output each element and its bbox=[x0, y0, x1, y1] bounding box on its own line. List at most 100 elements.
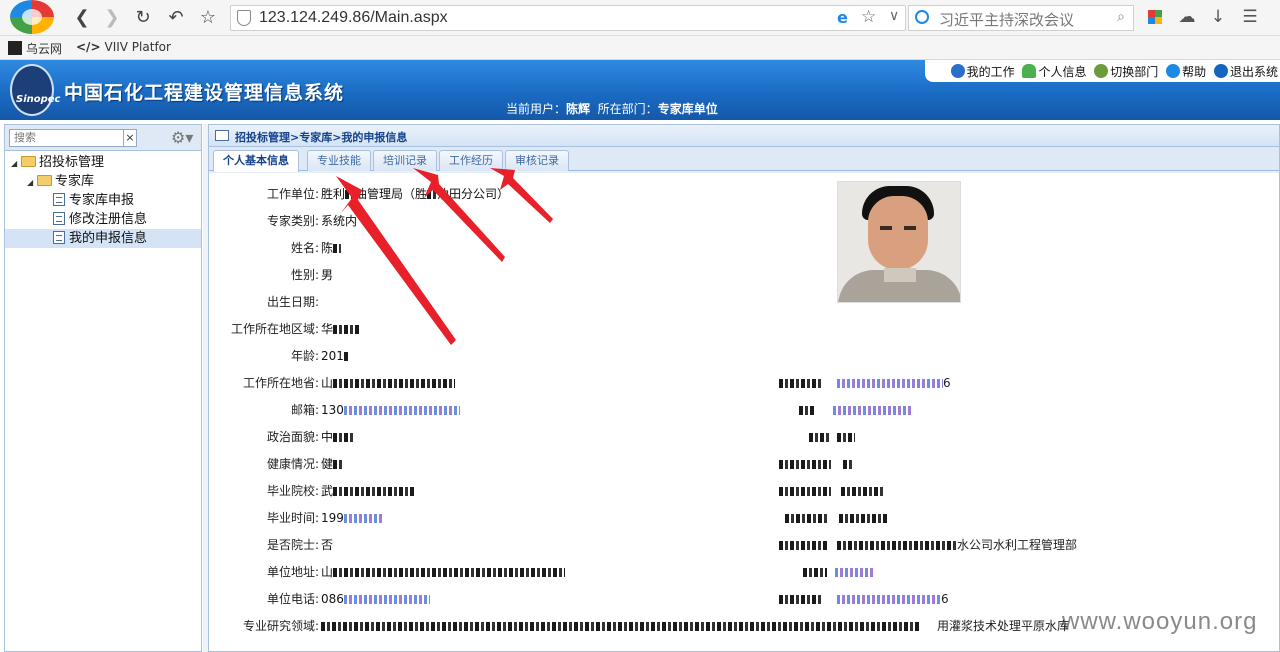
forward-icon[interactable]: ❯ bbox=[100, 6, 124, 30]
gear-icon[interactable]: ⚙▾ bbox=[171, 128, 193, 147]
profile-photo bbox=[837, 181, 961, 303]
tabs-bar: 个人基本信息 专业技能 培训记录 工作经历 审核记录 bbox=[209, 147, 1279, 172]
folder-icon bbox=[21, 156, 36, 167]
sinopec-logo: Sinopec bbox=[10, 64, 61, 116]
field-value: 男 bbox=[321, 268, 334, 282]
nav-search-input[interactable]: 搜索 bbox=[9, 129, 125, 147]
current-user-info: 当前用户：陈辉 所在部门：专家库单位 bbox=[506, 102, 718, 116]
back-icon[interactable]: ❮ bbox=[70, 6, 94, 30]
field-value: 山 bbox=[321, 563, 566, 581]
chevron-down-icon[interactable]: ∨ bbox=[889, 8, 899, 24]
field-value: 系统内 bbox=[321, 214, 358, 228]
document-icon bbox=[53, 212, 65, 225]
app-title: 中国石化工程建设管理信息系统 bbox=[64, 82, 345, 104]
field-value: 陈 bbox=[321, 239, 342, 257]
field-value: 086 bbox=[321, 590, 430, 608]
address-url[interactable]: 123.124.249.86/Main.aspx bbox=[259, 9, 448, 27]
field-value: 健 bbox=[321, 455, 344, 473]
tab-professional-skills[interactable]: 专业技能 bbox=[307, 150, 371, 171]
globe-icon bbox=[950, 64, 965, 78]
right-field-row: 6 bbox=[779, 590, 949, 608]
page-icon bbox=[215, 130, 229, 141]
right-field-row: 水公司水利工程管理部 bbox=[779, 536, 1077, 554]
search-engine-icon bbox=[915, 10, 929, 24]
help-icon bbox=[1166, 64, 1181, 78]
current-user-name: 陈辉 bbox=[566, 102, 591, 116]
search-icon[interactable]: ⌕ bbox=[1117, 9, 1125, 25]
code-icon: </> bbox=[76, 40, 101, 54]
nav-tree: ◢ 招投标管理 ◢ 专家库 专家库申报 修改注册信息 我的申报信息 bbox=[5, 151, 201, 248]
field-value bbox=[321, 617, 921, 635]
right-field-row bbox=[799, 401, 911, 419]
right-field-row bbox=[809, 428, 855, 446]
bookmark-wooyun[interactable]: 乌云网 bbox=[8, 40, 62, 57]
right-field-row bbox=[779, 455, 853, 473]
security-shield-icon bbox=[237, 10, 251, 26]
right-field-row bbox=[779, 482, 883, 500]
top-links: 我的工作 个人信息 切换部门 帮助 退出系统 bbox=[924, 60, 1280, 82]
tab-review-records[interactable]: 审核记录 bbox=[505, 150, 569, 171]
field-value: 130 bbox=[321, 401, 460, 419]
cloud-icon[interactable]: ☁ bbox=[1176, 6, 1198, 28]
tree-node-bidding[interactable]: ◢ 招投标管理 bbox=[5, 153, 201, 172]
field-value: 199 bbox=[321, 509, 384, 527]
right-field-row: 6 bbox=[779, 374, 951, 392]
favorite-star-icon[interactable]: ☆ bbox=[861, 7, 876, 27]
folder-icon bbox=[37, 175, 52, 186]
switch-department-link[interactable]: 切换部门 bbox=[1094, 63, 1158, 80]
help-link[interactable]: 帮助 bbox=[1166, 63, 1206, 80]
tab-basic-info[interactable]: 个人基本信息 bbox=[213, 150, 299, 172]
current-department: 专家库单位 bbox=[657, 102, 718, 116]
field-value: 中 bbox=[321, 428, 356, 446]
field-value: 201 bbox=[321, 347, 348, 365]
apps-grid-icon[interactable] bbox=[1144, 6, 1166, 28]
tree-node-expert-library[interactable]: ◢ 专家库 bbox=[5, 172, 201, 191]
bookmark-star-icon[interactable]: ☆ bbox=[196, 6, 220, 30]
tree-node-my-application[interactable]: 我的申报信息 bbox=[5, 229, 201, 248]
user-icon bbox=[1022, 64, 1037, 78]
navigation-panel: 搜索 × ⚙▾ ◢ 招投标管理 ◢ 专家库 专家库申报 修改注册信息 我的申报信息 bbox=[4, 124, 202, 652]
personal-info-link[interactable]: 个人信息 bbox=[1022, 63, 1086, 80]
right-field-row bbox=[785, 509, 889, 527]
document-icon bbox=[53, 231, 65, 244]
right-field-row: 用灌浆技术处理平原水库 bbox=[937, 619, 1070, 633]
undo-icon[interactable]: ↶ bbox=[164, 6, 188, 30]
tree-node-expert-apply[interactable]: 专家库申报 bbox=[5, 191, 201, 210]
field-value: 武 bbox=[321, 482, 416, 500]
document-icon bbox=[53, 193, 65, 206]
tab-training-records[interactable]: 培训记录 bbox=[373, 150, 437, 171]
address-bar[interactable]: 123.124.249.86/Main.aspx e ☆ ∨ bbox=[230, 5, 906, 31]
field-value: 胜利 油管理局（胜 油田分公司） bbox=[321, 187, 510, 201]
app-header: Sinopec 中国石化工程建设管理信息系统 我的工作 个人信息 切换部门 帮助… bbox=[0, 60, 1280, 120]
my-work-link[interactable]: 我的工作 bbox=[950, 63, 1015, 80]
menu-icon[interactable]: ☰ bbox=[1239, 6, 1261, 28]
bookmark-viiv[interactable]: </> VIIV Platfor bbox=[76, 40, 171, 54]
browser-logo-icon[interactable] bbox=[10, 0, 54, 34]
bookmarks-bar: 乌云网 </> VIIV Platfor bbox=[0, 36, 1280, 60]
main-panel: 招投标管理>专家库>我的申报信息 个人基本信息 专业技能 培训记录 工作经历 审… bbox=[208, 124, 1280, 652]
expand-caret-icon[interactable]: ◢ bbox=[27, 173, 37, 192]
nav-toolbar: 搜索 × ⚙▾ bbox=[5, 125, 201, 151]
expand-caret-icon[interactable]: ◢ bbox=[11, 154, 21, 173]
personal-info-form: 工作单位: 胜利 油管理局（胜 油田分公司） 专家类别: 系统内 姓名: 陈 性别: 男 出… bbox=[209, 173, 1279, 651]
wooyun-icon bbox=[8, 41, 22, 55]
browser-search-input[interactable]: 习近平主持深改会议 ⌕ bbox=[908, 5, 1134, 31]
field-value: 山 bbox=[321, 374, 456, 392]
search-placeholder: 习近平主持深改会议 bbox=[939, 11, 1075, 29]
clear-search-button[interactable]: × bbox=[123, 129, 137, 147]
ie-mode-icon[interactable]: e bbox=[837, 8, 848, 27]
right-field-row bbox=[803, 563, 873, 581]
tree-node-edit-registration[interactable]: 修改注册信息 bbox=[5, 210, 201, 229]
browser-toolbar: ❮ ❯ ↻ ↶ ☆ 123.124.249.86/Main.aspx e ☆ ∨… bbox=[0, 0, 1280, 36]
field-value: 否 bbox=[321, 538, 334, 552]
tab-work-experience[interactable]: 工作经历 bbox=[439, 150, 503, 171]
watermark: www.wooyun.org bbox=[1062, 608, 1258, 635]
download-icon[interactable]: ↓ bbox=[1207, 6, 1229, 28]
refresh-icon[interactable]: ↻ bbox=[131, 6, 155, 30]
field-value: 华 bbox=[321, 320, 360, 338]
breadcrumb-bar: 招投标管理>专家库>我的申报信息 bbox=[209, 125, 1279, 147]
users-icon bbox=[1094, 64, 1109, 78]
logout-icon bbox=[1213, 64, 1228, 78]
breadcrumb: 招投标管理>专家库>我的申报信息 bbox=[235, 131, 408, 144]
logout-link[interactable]: 退出系统 bbox=[1213, 63, 1278, 80]
